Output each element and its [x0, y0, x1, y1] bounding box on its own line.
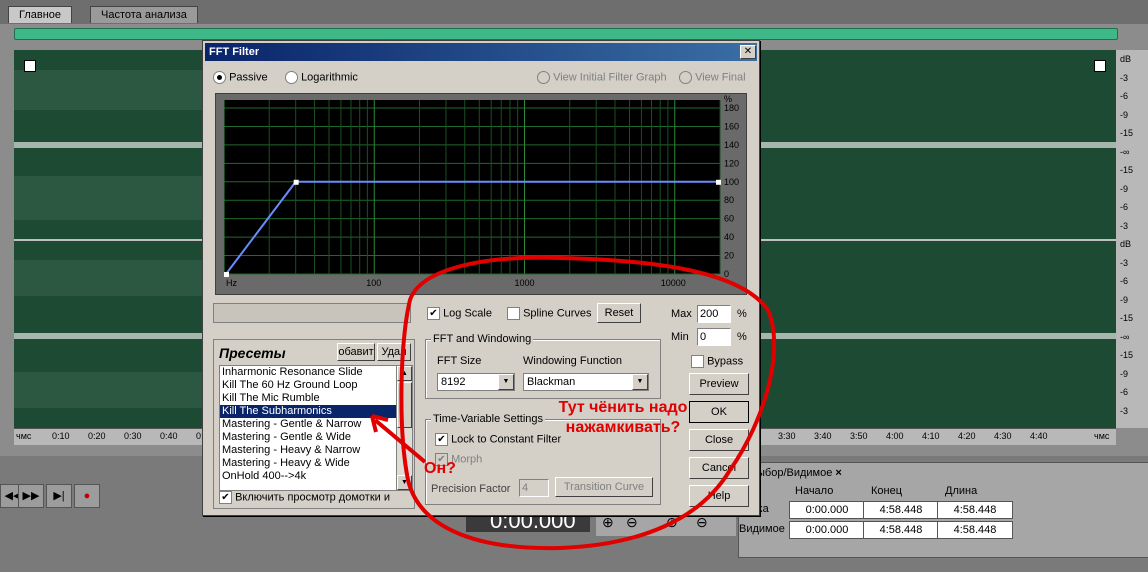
annotation-arrow-shaft — [373, 418, 427, 464]
annotation-overlay — [370, 255, 777, 551]
annotation-on-text: Он? — [424, 460, 456, 477]
annotation-note-text: Тут чёнить надо нажамкивать? — [558, 399, 688, 436]
